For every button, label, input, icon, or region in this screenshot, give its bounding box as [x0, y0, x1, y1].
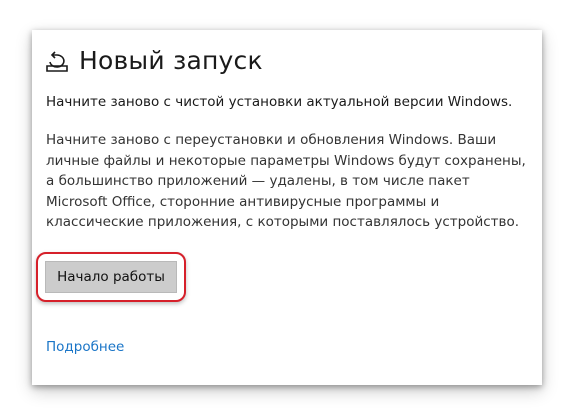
- learn-more-link[interactable]: Подробнее: [46, 339, 124, 355]
- fresh-start-panel: Новый запуск Начните заново с чистой уст…: [32, 30, 542, 385]
- section-subtitle: Начните заново с чистой установки актуал…: [46, 94, 513, 110]
- get-started-button[interactable]: Начало работы: [45, 261, 177, 293]
- title-row: Новый запуск: [44, 44, 263, 78]
- screenshot-stage: Новый запуск Начните заново с чистой уст…: [0, 0, 575, 420]
- section-description: Начните заново с переустановки и обновле…: [46, 132, 526, 230]
- reset-icon: [44, 49, 70, 73]
- page-title: Новый запуск: [79, 46, 263, 75]
